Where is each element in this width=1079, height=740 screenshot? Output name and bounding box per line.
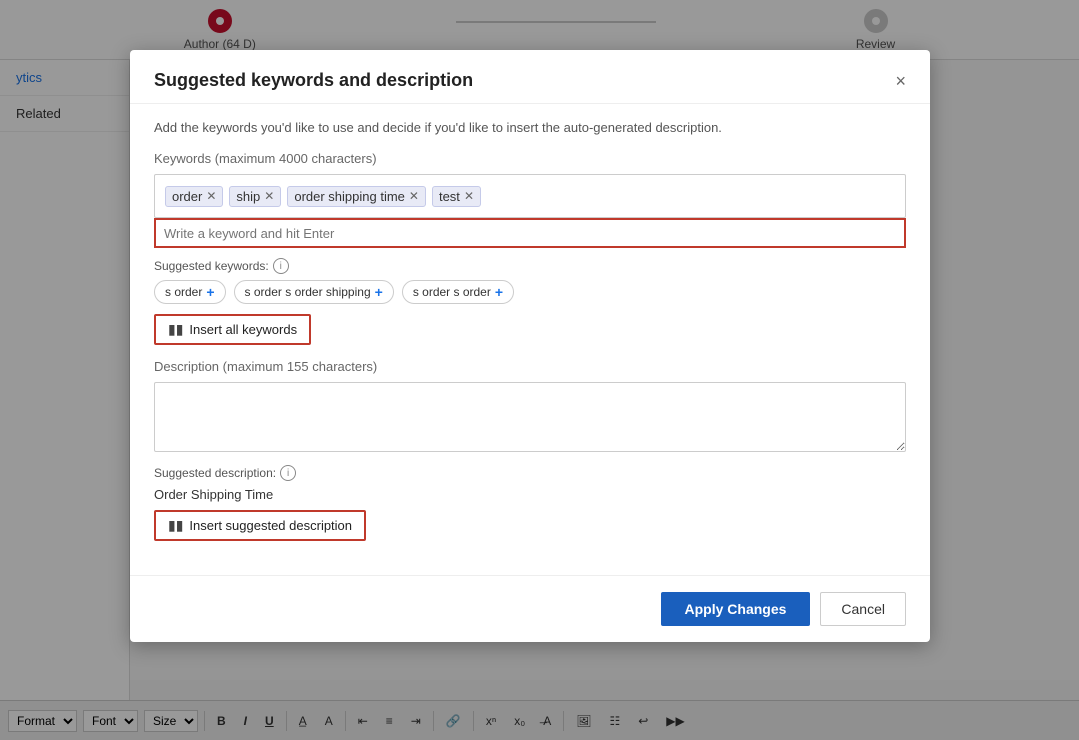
- modal-dialog: Suggested keywords and description × Add…: [130, 50, 930, 642]
- tag-order-text: order: [172, 189, 202, 204]
- tag-test[interactable]: test ✕: [432, 186, 481, 207]
- modal-header: Suggested keywords and description ×: [130, 50, 930, 104]
- insert-all-icon: ▮▮: [168, 321, 183, 338]
- tag-test-text: test: [439, 189, 460, 204]
- tag-order-remove[interactable]: ✕: [206, 190, 216, 202]
- tag-test-remove[interactable]: ✕: [464, 190, 474, 202]
- insert-desc-icon: ▮▮: [168, 517, 183, 534]
- suggested-chips: s order + s order s order shipping + s o…: [154, 280, 906, 304]
- tag-order-shipping-time-remove[interactable]: ✕: [409, 190, 419, 202]
- chip-1-plus[interactable]: +: [375, 284, 383, 300]
- chip-2-text: s order s order: [413, 285, 491, 299]
- tag-ship-remove[interactable]: ✕: [264, 190, 274, 202]
- suggested-desc-text: Order Shipping Time: [154, 487, 906, 502]
- modal-subtitle: Add the keywords you'd like to use and d…: [154, 120, 906, 135]
- insert-all-keywords-button[interactable]: ▮▮ Insert all keywords: [154, 314, 311, 345]
- tag-order-shipping-time[interactable]: order shipping time ✕: [287, 186, 426, 207]
- keywords-label: Keywords (maximum 4000 characters): [154, 151, 906, 166]
- modal-body: Add the keywords you'd like to use and d…: [130, 104, 930, 575]
- modal-title: Suggested keywords and description: [154, 70, 473, 91]
- chip-1-text: s order s order shipping: [245, 285, 371, 299]
- keyword-input-wrapper[interactable]: [154, 218, 906, 248]
- cancel-button[interactable]: Cancel: [820, 592, 906, 626]
- suggested-keywords-label: Suggested keywords: i: [154, 258, 906, 274]
- chip-2-plus[interactable]: +: [495, 284, 503, 300]
- suggested-desc-info-icon[interactable]: i: [280, 465, 296, 481]
- suggested-chip-2[interactable]: s order s order +: [402, 280, 514, 304]
- tag-ship-text: ship: [236, 189, 260, 204]
- suggested-desc-label: Suggested description: i: [154, 465, 906, 481]
- suggested-chip-0[interactable]: s order +: [154, 280, 226, 304]
- modal-footer: Apply Changes Cancel: [130, 575, 930, 642]
- suggested-keywords-info-icon[interactable]: i: [273, 258, 289, 274]
- tag-order-shipping-time-text: order shipping time: [294, 189, 405, 204]
- insert-suggested-desc-label: Insert suggested description: [189, 518, 352, 533]
- suggested-chip-1[interactable]: s order s order shipping +: [234, 280, 394, 304]
- description-textarea[interactable]: [154, 382, 906, 452]
- tags-container[interactable]: order ✕ ship ✕ order shipping time ✕ tes…: [154, 174, 906, 218]
- keyword-input[interactable]: [164, 226, 896, 241]
- close-button[interactable]: ×: [895, 72, 906, 90]
- insert-all-label: Insert all keywords: [189, 322, 297, 337]
- description-label: Description (maximum 155 characters): [154, 359, 906, 374]
- insert-suggested-desc-button[interactable]: ▮▮ Insert suggested description: [154, 510, 366, 541]
- chip-0-plus[interactable]: +: [206, 284, 214, 300]
- chip-0-text: s order: [165, 285, 202, 299]
- apply-changes-button[interactable]: Apply Changes: [661, 592, 811, 626]
- tag-ship[interactable]: ship ✕: [229, 186, 281, 207]
- tag-order[interactable]: order ✕: [165, 186, 223, 207]
